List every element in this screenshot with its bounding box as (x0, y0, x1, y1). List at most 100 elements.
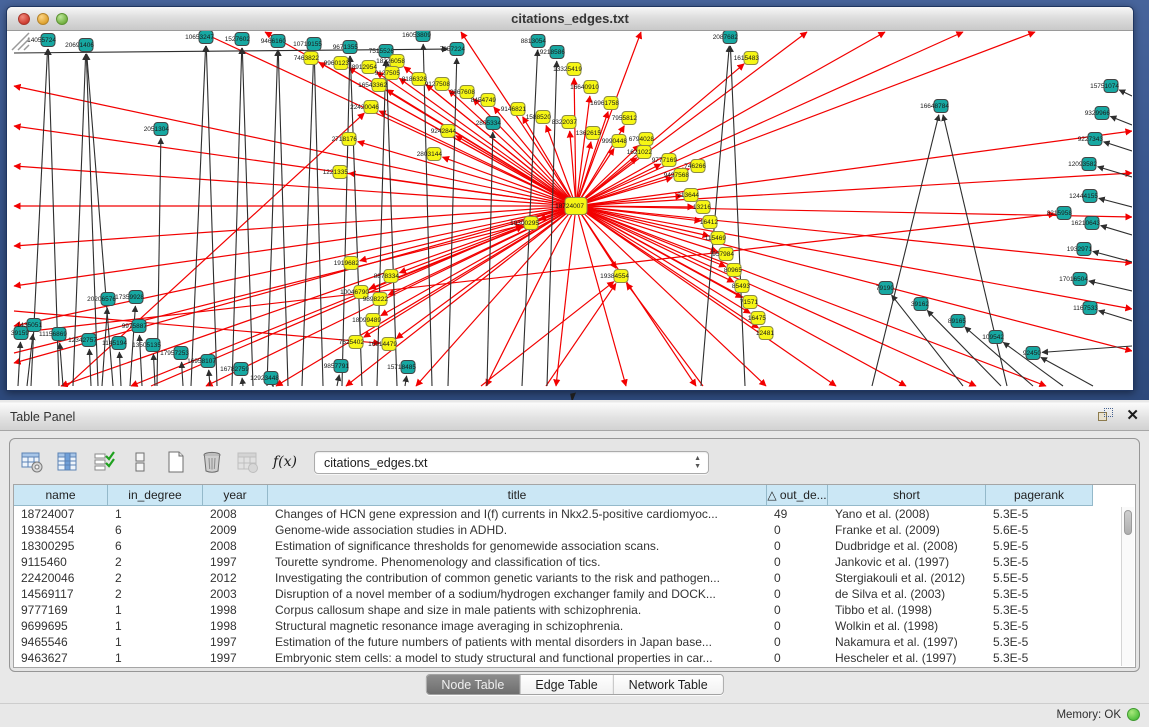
table-cell[interactable]: Nakamura et al. (1997) (828, 634, 986, 650)
table-cell[interactable]: Changes of HCN gene expression and I(f) … (268, 506, 767, 522)
graph-edge[interactable] (337, 375, 339, 386)
table-cell[interactable]: Hescheler et al. (1997) (828, 650, 986, 666)
graph-edge[interactable] (626, 283, 703, 386)
table-cell[interactable]: 5.6E-5 (986, 522, 1093, 538)
table-cell[interactable]: 1 (108, 634, 203, 650)
graph-edge[interactable] (730, 46, 745, 386)
table-cell[interactable]: 2012 (203, 570, 268, 586)
table-cell[interactable]: 0 (767, 650, 828, 666)
graph-edge[interactable] (448, 58, 457, 386)
graph-edge[interactable] (119, 352, 121, 386)
graph-edge[interactable] (576, 96, 590, 206)
graph-edge[interactable] (1110, 116, 1132, 125)
table-cell[interactable]: 5.3E-5 (986, 634, 1093, 650)
graph-edge[interactable] (18, 342, 20, 386)
table-panel-titlebar[interactable]: Table Panel ✕ (0, 402, 1149, 431)
graph-edge[interactable] (423, 44, 432, 386)
table-row[interactable]: 1938455462009Genome-wide association stu… (14, 522, 1135, 538)
table-cell[interactable]: Corpus callosum shape and size in male p… (268, 602, 767, 618)
table-chooser-dropdown[interactable]: citations_edges.txt ▲▼ (314, 451, 709, 474)
table-cell[interactable]: 2 (108, 570, 203, 586)
table-cell[interactable]: 18300295 (14, 538, 108, 554)
table-cell[interactable]: 9777169 (14, 602, 108, 618)
table-cell[interactable]: 9699695 (14, 618, 108, 634)
graph-edge[interactable] (1119, 90, 1132, 96)
table-cell[interactable]: 5.3E-5 (986, 618, 1093, 634)
graph-edge[interactable] (872, 115, 939, 386)
table-cell[interactable]: 1 (108, 618, 203, 634)
table-cell[interactable]: Tibbo et al. (1998) (828, 602, 986, 618)
table-cell[interactable]: Structural magnetic resonance image aver… (268, 618, 767, 634)
table-row[interactable]: 946554611997Estimation of the future num… (14, 634, 1135, 650)
graph-edge[interactable] (1104, 142, 1132, 151)
table-row[interactable]: 1872400712008Changes of HCN gene express… (14, 506, 1135, 522)
table-cell[interactable]: 1 (108, 602, 203, 618)
tab-edge-table[interactable]: Edge Table (520, 675, 613, 694)
column-header-out_de[interactable]: △ out_de... (767, 485, 828, 506)
column-header-in_degree[interactable]: in_degree (108, 485, 203, 506)
table-row[interactable]: 2242004622012Investigating the contribut… (14, 570, 1135, 586)
graph-edge[interactable] (153, 354, 155, 386)
network-window-titlebar[interactable]: citations_edges.txt (7, 7, 1133, 31)
column-header-pagerank[interactable]: pagerank (986, 485, 1093, 506)
tab-node-table[interactable]: Node Table (426, 675, 520, 694)
graph-edge[interactable] (576, 206, 626, 386)
table-cell[interactable]: 19384554 (14, 522, 108, 538)
table-cell[interactable]: 5.9E-5 (986, 538, 1093, 554)
graph-edge[interactable] (89, 349, 91, 386)
graph-edge[interactable] (1098, 167, 1132, 177)
graph-edge[interactable] (576, 32, 1035, 206)
table-cell[interactable]: 5.3E-5 (986, 506, 1093, 522)
graph-edge[interactable] (232, 48, 242, 386)
graph-edge[interactable] (546, 283, 616, 386)
table-cell[interactable]: 1997 (203, 554, 268, 570)
memory-status[interactable]: Memory: OK (1056, 708, 1140, 721)
table-cell[interactable]: 18724007 (14, 506, 108, 522)
delete-columns-icon[interactable] (198, 448, 226, 476)
table-cell[interactable]: 2003 (203, 586, 268, 602)
table-cell[interactable]: 0 (767, 602, 828, 618)
table-cell[interactable]: 1998 (203, 602, 268, 618)
scrollbar-thumb[interactable] (1124, 510, 1132, 535)
graph-edge[interactable] (376, 72, 576, 206)
table-cell[interactable]: 5.3E-5 (986, 602, 1093, 618)
table-row[interactable]: 911546021997Tourette syndrome. Phenomeno… (14, 554, 1135, 570)
table-cell[interactable]: 5.3E-5 (986, 650, 1093, 666)
show-columns-icon[interactable] (54, 448, 82, 476)
table-cell[interactable]: Embryonic stem cells: a model to study s… (268, 650, 767, 666)
table-cell[interactable]: 6 (108, 522, 203, 538)
graph-edge[interactable] (14, 206, 576, 326)
table-cell[interactable]: 2009 (203, 522, 268, 538)
table-cell[interactable]: 22420046 (14, 570, 108, 586)
table-cell[interactable]: Estimation of significance thresholds fo… (268, 538, 767, 554)
graph-edge[interactable] (209, 370, 210, 386)
graph-edge[interactable] (1101, 226, 1132, 235)
table-cell[interactable]: 2 (108, 554, 203, 570)
graph-edge[interactable] (576, 206, 1046, 386)
table-cell[interactable]: Franke et al. (2009) (828, 522, 986, 538)
table-cell[interactable]: 1998 (203, 618, 268, 634)
graph-edge[interactable] (943, 115, 1007, 386)
graph-edge[interactable] (191, 46, 206, 386)
column-pair-icon[interactable] (126, 448, 154, 476)
table-cell[interactable]: 49 (767, 506, 828, 522)
table-cell[interactable]: 5.3E-5 (986, 554, 1093, 570)
column-header-year[interactable]: year (203, 485, 268, 506)
graph-edge[interactable] (556, 206, 576, 386)
table-cell[interactable]: de Silva et al. (2003) (828, 586, 986, 602)
resize-grip[interactable] (8, 31, 30, 51)
graph-edge[interactable] (206, 206, 576, 386)
graph-edge[interactable] (314, 53, 323, 386)
table-cell[interactable]: Tourette syndrome. Phenomenology and cla… (268, 554, 767, 570)
table-cell[interactable]: 9465546 (14, 634, 108, 650)
table-cell[interactable]: 9115460 (14, 554, 108, 570)
graph-edge[interactable] (405, 376, 407, 386)
graph-edge[interactable] (576, 64, 744, 206)
table-cell[interactable]: Wolkin et al. (1998) (828, 618, 986, 634)
table-vertical-scrollbar[interactable] (1121, 507, 1134, 666)
table-cell[interactable]: 0 (767, 538, 828, 554)
table-row[interactable]: 1830029562008Estimation of significance … (14, 538, 1135, 554)
graph-edge[interactable] (1099, 198, 1132, 207)
graph-edge[interactable] (242, 378, 243, 386)
graph-edge[interactable] (1099, 311, 1132, 321)
